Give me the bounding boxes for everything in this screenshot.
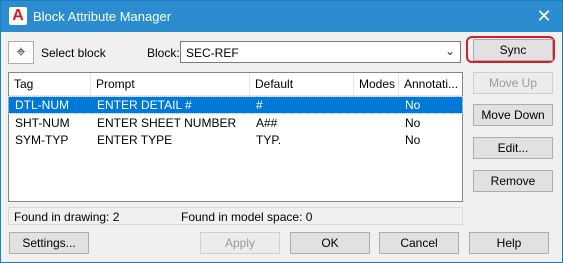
block-dropdown[interactable]: SEC-REF ⌄ <box>180 41 461 63</box>
cell-prompt: ENTER TYPE <box>97 133 173 147</box>
window-title: Block Attribute Manager <box>33 9 172 24</box>
move-down-button[interactable]: Move Down <box>473 104 553 126</box>
sync-button[interactable]: Sync <box>473 39 553 61</box>
cell-default: # <box>256 98 263 112</box>
select-block-button[interactable]: ⌖ <box>8 41 34 64</box>
table-row[interactable]: DTL-NUM ENTER DETAIL # # No <box>8 96 463 114</box>
cell-default: TYP. <box>256 133 282 147</box>
status-bar: Found in drawing: 2 Found in model space… <box>8 207 463 225</box>
help-button[interactable]: Help <box>469 232 549 254</box>
apply-button[interactable]: Apply <box>200 232 280 254</box>
remove-button[interactable]: Remove <box>473 170 553 192</box>
ok-button[interactable]: OK <box>290 232 370 254</box>
block-attribute-manager-dialog: A Block Attribute Manager ✕ ⌖ Select blo… <box>0 0 563 263</box>
column-header-tag[interactable]: Tag <box>9 73 91 95</box>
cell-annotative: No <box>405 98 421 112</box>
close-icon[interactable]: ✕ <box>534 6 554 26</box>
cell-prompt: ENTER DETAIL # <box>97 98 192 112</box>
chevron-down-icon: ⌄ <box>444 44 455 58</box>
autocad-logo-icon: A <box>9 7 27 25</box>
table-row[interactable]: SHT-NUM ENTER SHEET NUMBER A## No <box>9 115 462 131</box>
block-dropdown-value: SEC-REF <box>186 46 239 60</box>
edit-button[interactable]: Edit... <box>473 137 553 159</box>
cell-prompt: ENTER SHEET NUMBER <box>97 116 237 130</box>
attribute-table[interactable]: Tag Prompt Default Modes Annotati... DTL… <box>8 72 463 202</box>
crosshair-icon: ⌖ <box>16 44 26 61</box>
move-up-button[interactable]: Move Up <box>473 72 553 94</box>
column-header-annotative[interactable]: Annotati... <box>399 73 462 95</box>
column-header-prompt[interactable]: Prompt <box>91 73 250 95</box>
table-row[interactable]: SYM-TYP ENTER TYPE TYP. No <box>9 132 462 148</box>
cell-tag: SYM-TYP <box>15 133 69 147</box>
column-header-default[interactable]: Default <box>250 73 354 95</box>
cell-annotative: No <box>405 116 421 130</box>
block-label: Block: <box>147 46 180 60</box>
found-in-model-space-text: Found in model space: 0 <box>181 210 313 224</box>
title-bar[interactable]: A Block Attribute Manager ✕ <box>1 1 562 32</box>
cell-default: A## <box>256 116 278 130</box>
cell-tag: SHT-NUM <box>15 116 70 130</box>
select-block-label: Select block <box>41 46 106 60</box>
cell-tag: DTL-NUM <box>15 98 69 112</box>
found-in-drawing-text: Found in drawing: 2 <box>14 210 120 224</box>
settings-button[interactable]: Settings... <box>9 232 89 254</box>
table-header: Tag Prompt Default Modes Annotati... <box>9 73 462 96</box>
cell-annotative: No <box>405 133 421 147</box>
cancel-button[interactable]: Cancel <box>379 232 459 254</box>
column-header-modes[interactable]: Modes <box>354 73 399 95</box>
